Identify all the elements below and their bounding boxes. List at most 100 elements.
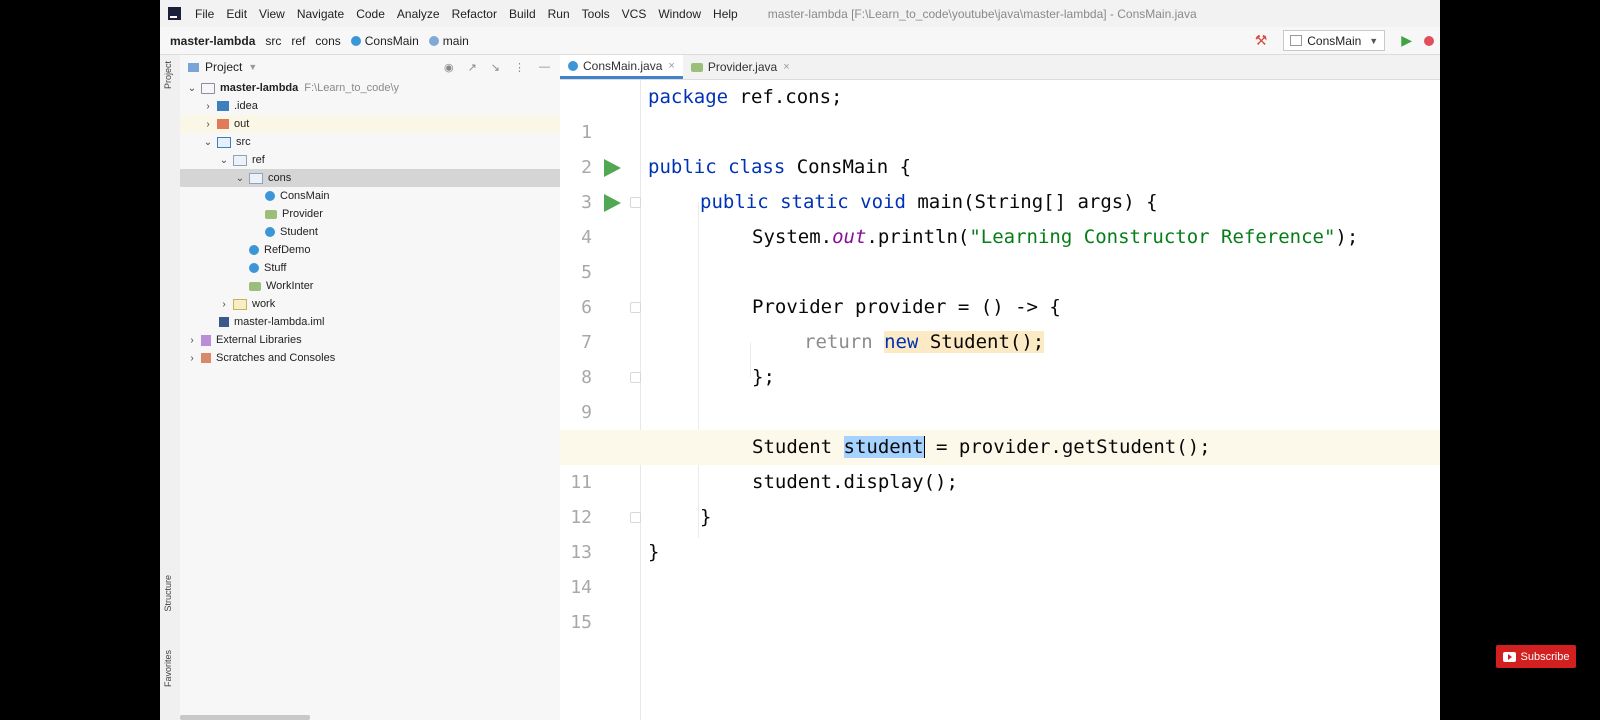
code-area[interactable]: 1 package ref.cons; 2 3 public class Con… [560,80,1440,720]
menu-analyze[interactable]: Analyze [391,7,446,21]
menu-file[interactable]: File [189,7,220,21]
code-line-14[interactable]: 14 } [560,535,1440,598]
menu-build[interactable]: Build [503,7,542,21]
menu-refactor[interactable]: Refactor [446,7,503,21]
breadcrumb-ref[interactable]: ref [286,34,310,48]
code-line-11[interactable]: 11 Student student = provider.getStudent… [560,430,1440,493]
run-configuration-selector[interactable]: ConsMain ▼ [1283,30,1386,51]
menu-tools[interactable]: Tools [576,7,616,21]
options-menu-icon[interactable]: ⋮ [514,61,525,74]
tree-item-cons[interactable]: ⌄ cons [180,169,560,187]
chevron-right-icon[interactable]: › [218,299,230,310]
chevron-right-icon[interactable]: › [202,119,214,130]
menu-run[interactable]: Run [542,7,576,21]
tab-provider[interactable]: Provider.java × [683,55,798,79]
tree-item-src[interactable]: ⌄ src [180,133,560,151]
hide-panel-icon[interactable]: — [539,61,550,73]
menu-code[interactable]: Code [350,7,391,21]
locate-icon[interactable]: ◉ [444,61,454,74]
tree-item-stuff[interactable]: Stuff [180,259,560,277]
menu-navigate[interactable]: Navigate [291,7,350,21]
fold-marker-icon[interactable] [630,302,641,313]
code-line-10[interactable]: 10 [560,395,1440,458]
structure-tool-tab[interactable]: Structure [163,575,173,612]
chevron-right-icon[interactable]: › [186,353,198,364]
editor-tab-bar: ConsMain.java × Provider.java × [560,55,1440,80]
fold-marker-icon[interactable] [630,372,641,383]
tree-item-external-libraries[interactable]: › External Libraries [180,331,560,349]
tree-item-scratches[interactable]: › Scratches and Consoles [180,349,560,367]
tree-item-student[interactable]: Student [180,223,560,241]
folder-icon [233,298,247,310]
tab-consmain[interactable]: ConsMain.java × [560,55,683,79]
tree-item-refdemo[interactable]: RefDemo [180,241,560,259]
breadcrumb-method[interactable]: main [424,34,474,48]
tree-item-root-path: F:\Learn_to_code\y [304,82,400,94]
source-folder-icon [217,136,231,148]
tree-item-workinter[interactable]: WorkInter [180,277,560,295]
code-line-9[interactable]: 9 }; [560,360,1440,423]
code-line-15[interactable]: 15 [560,570,1440,633]
close-icon[interactable]: × [668,60,674,72]
code-line-6[interactable]: 6 [560,255,1440,318]
breadcrumb-src[interactable]: src [260,34,286,48]
menu-view[interactable]: View [253,7,291,21]
tree-item-work[interactable]: › work [180,295,560,313]
tree-item-provider[interactable]: Provider [180,205,560,223]
close-icon[interactable]: × [783,61,789,73]
code-line-2[interactable]: 2 [560,115,1440,178]
tree-item-label: Student [280,226,318,238]
chevron-down-icon[interactable]: ⌄ [234,173,246,184]
chevron-down-icon[interactable]: ⌄ [186,83,198,94]
project-horizontal-scrollbar[interactable] [180,715,310,720]
tree-item-iml[interactable]: master-lambda.iml [180,313,560,331]
breadcrumb-class[interactable]: ConsMain [346,34,424,48]
selected-identifier[interactable]: student [843,436,924,458]
project-tool-tab[interactable]: Project [163,61,173,89]
fold-marker-icon[interactable] [630,512,641,523]
code-line-8[interactable]: 8 return new Student(); [560,325,1440,388]
breadcrumb-cons[interactable]: cons [310,34,345,48]
code-text: public static void main(String[] args) { [700,191,1158,213]
chevron-right-icon[interactable]: › [202,101,214,112]
build-hammer-icon[interactable]: ⚒ [1255,32,1268,49]
chevron-right-icon[interactable]: › [186,335,198,346]
tree-item-label: work [252,298,276,310]
code-line-4[interactable]: 4 public static void main(String[] args)… [560,185,1440,248]
chevron-down-icon[interactable]: ⌄ [202,137,214,148]
run-icon[interactable]: ▶ [1401,32,1412,49]
stop-icon[interactable] [1424,35,1434,46]
menu-edit[interactable]: Edit [220,7,253,21]
code-line-3[interactable]: 3 public class ConsMain { [560,150,1440,213]
code-line-13[interactable]: 13 } [560,500,1440,563]
expand-all-icon[interactable]: ↗ [468,61,477,74]
collapse-all-icon[interactable]: ↘ [491,61,500,74]
run-gutter-icon[interactable] [604,194,621,212]
window-title: master-lambda [F:\Learn_to_code\youtube\… [767,6,1197,21]
code-line-5[interactable]: 5 System.out.println("Learning Construct… [560,220,1440,283]
project-panel-title[interactable]: Project [205,60,242,74]
code-line-7[interactable]: 7 Provider provider = () -> { [560,290,1440,353]
tree-item-consmain[interactable]: ConsMain [180,187,560,205]
class-icon [265,227,275,237]
tree-item-idea[interactable]: › .idea [180,97,560,115]
tree-item-label: Stuff [264,262,287,274]
package-icon [249,172,263,184]
tree-item-root-label: master-lambda [220,82,299,94]
menu-help[interactable]: Help [707,7,744,21]
code-line-1[interactable]: 1 package ref.cons; [560,80,1440,143]
favorites-tool-tab[interactable]: Favorites [163,650,173,687]
project-view-icon [188,62,199,72]
chevron-down-icon[interactable]: ⌄ [218,155,230,166]
menu-window[interactable]: Window [652,7,707,21]
subscribe-button[interactable]: Subscribe [1496,645,1576,668]
tree-item-out[interactable]: › out [180,115,560,133]
chevron-down-icon[interactable]: ▼ [248,62,257,72]
tree-item-ref[interactable]: ⌄ ref [180,151,560,169]
tree-item-root[interactable]: ⌄ master-lambda F:\Learn_to_code\y [180,79,560,97]
menu-vcs[interactable]: VCS [616,7,653,21]
run-gutter-icon[interactable] [604,159,621,177]
code-line-12[interactable]: 12 student.display(); [560,465,1440,528]
breadcrumb-project[interactable]: master-lambda [160,34,260,48]
fold-marker-icon[interactable] [630,197,641,208]
